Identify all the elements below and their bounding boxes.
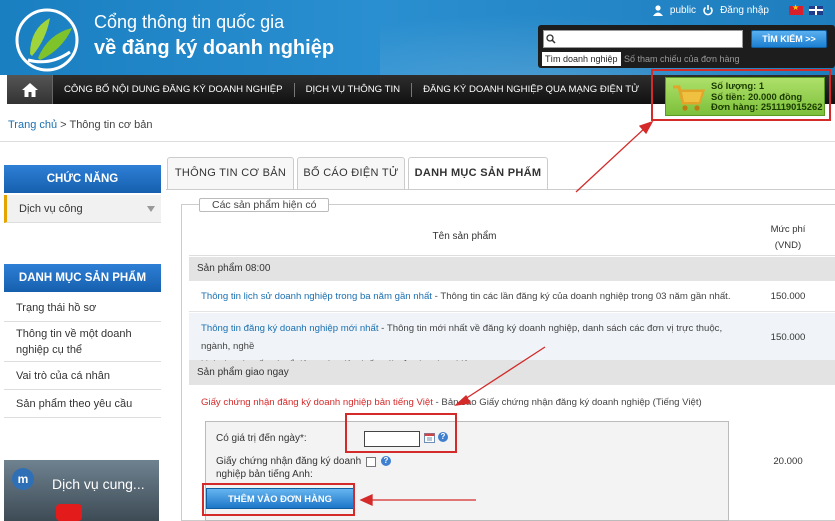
sidebar-functions-header: CHỨC NĂNG (4, 165, 161, 193)
divider (0, 141, 835, 142)
user-icon (652, 5, 663, 16)
tab-basic-info[interactable]: THÔNG TIN CƠ BẢN (167, 157, 294, 189)
row-name: Giấy chứng nhận đăng ký doanh nghiệp bản… (201, 394, 702, 412)
video-thumbnail[interactable]: m Dịch vụ cung... (4, 460, 159, 521)
group-row-instant: Sản phẩm giao ngay (189, 361, 835, 385)
user-area: public Đăng nhập (652, 2, 835, 18)
group-row-08: Sản phẩm 08:00 (189, 257, 835, 281)
product-link-latest[interactable]: Thông tin đăng ký doanh nghiệp mới nhất (201, 323, 379, 334)
product-link-vn-certificate[interactable]: Giấy chứng nhận đăng ký doanh nghiệp bản… (201, 397, 433, 408)
sidebar-item-file-status[interactable]: Trạng thái hồ sơ (4, 294, 161, 322)
product-link-history[interactable]: Thông tin lịch sử doanh nghiệp trong ba … (201, 291, 432, 302)
sidebar-item-public-service[interactable]: Dịch vụ công (4, 195, 161, 223)
product-desc: - Thông tin các lần đăng ký của doanh ng… (431, 291, 731, 302)
nav-item-announcement[interactable]: CÔNG BỐ NỘI DUNG ĐĂNG KÝ DOANH NGHIỆP (53, 82, 295, 97)
tab-order-reference[interactable]: Số tham chiếu của đơn hàng (624, 52, 739, 66)
table-row: Thông tin lịch sử doanh nghiệp trong ba … (189, 282, 835, 312)
search-button[interactable]: TÌM KIẾM >> (751, 30, 827, 48)
tab-find-business[interactable]: Tìm doanh nghiệp (542, 52, 621, 66)
nav-item-info-service[interactable]: DỊCH VỤ THÔNG TIN (295, 82, 413, 97)
tab-product-catalog[interactable]: DANH MỤC SẢN PHẨM (408, 157, 548, 190)
sidebar-item-custom-products[interactable]: Sản phẩm theo yêu cầu (4, 390, 161, 418)
english-flag-icon[interactable] (809, 5, 823, 15)
help-icon[interactable]: ? (381, 456, 391, 466)
vietnamese-flag-icon[interactable] (789, 3, 803, 15)
tab-baseline (166, 189, 835, 190)
sidebar-item-personal-role[interactable]: Vai trò của cá nhân (4, 362, 161, 390)
search-input[interactable] (543, 30, 743, 48)
column-header-product-name: Tên sản phẩm (432, 231, 497, 242)
annotation-box-date (345, 413, 457, 453)
annotation-box-add-button (202, 483, 355, 516)
table-row: Thông tin đăng ký doanh nghiệp mới nhất … (189, 313, 835, 370)
product-desc: - Bản sao Giấy chứng nhận đăng ký doanh … (432, 397, 702, 408)
video-title: Dịch vụ cung... (52, 476, 145, 492)
english-cert-label: Giấy chứng nhận đăng ký doanh nghiệp bản… (216, 455, 361, 481)
sidebar-products-header: DANH MỤC SẢN PHẨM (4, 264, 161, 292)
row-fee: 20.000 (773, 456, 803, 467)
tab-electronic-notice[interactable]: BỐ CÁO ĐIỆN TỬ (297, 157, 405, 189)
nav-item-online-registration[interactable]: ĐĂNG KÝ DOANH NGHIỆP QUA MẠNG ĐIỆN TỬ (412, 83, 650, 97)
breadcrumb: Trang chủ > Thông tin cơ bản (8, 119, 153, 131)
site-title-line1: Cổng thông tin quốc gia (94, 12, 285, 32)
sidebar-item-business-info[interactable]: Thông tin về một doanh nghiệp cụ thể (4, 322, 161, 362)
site-title-line2: về đăng ký doanh nghiệp (94, 37, 335, 59)
english-cert-label-line2: nghiệp bản tiếng Anh: (216, 469, 313, 480)
power-icon (703, 5, 713, 16)
fee-header-line1: Mức phí (770, 224, 806, 235)
breadcrumb-current: Thông tin cơ bản (69, 119, 153, 131)
breadcrumb-home[interactable]: Trang chủ (8, 119, 57, 131)
row-fee: 150.000 (770, 291, 806, 302)
english-cert-checkbox[interactable] (366, 457, 376, 467)
search-icon (546, 34, 556, 44)
sidebar-item-label: Dịch vụ công (19, 203, 83, 215)
breadcrumb-separator: > (57, 119, 70, 131)
search-panel: TÌM KIẾM >> Tìm doanh nghiệp Số tham chi… (538, 25, 835, 68)
nav-home-button[interactable] (7, 75, 53, 104)
chevron-down-icon (147, 206, 155, 212)
products-legend: Các sản phẩm hiện có (199, 198, 330, 212)
play-icon[interactable] (56, 504, 82, 521)
english-cert-label-line1: Giấy chứng nhận đăng ký doanh (216, 456, 362, 467)
home-icon (21, 82, 38, 97)
user-name[interactable]: public (670, 5, 696, 16)
row-name: Thông tin lịch sử doanh nghiệp trong ba … (201, 288, 731, 306)
row-fee: 150.000 (770, 332, 806, 343)
site-logo-icon[interactable] (10, 4, 84, 72)
annotation-box-cart (651, 69, 831, 121)
video-channel-logo: m (12, 468, 34, 490)
column-header-fee: Mức phí (VND) (741, 222, 835, 254)
site-header: Cổng thông tin quốc gia về đăng ký doanh… (0, 0, 835, 75)
valid-until-label: Có giá trị đến ngày*: (216, 433, 307, 444)
fee-header-line2: (VND) (774, 240, 802, 251)
login-link[interactable]: Đăng nhập (720, 5, 769, 16)
arrow-to-cart (575, 126, 647, 193)
